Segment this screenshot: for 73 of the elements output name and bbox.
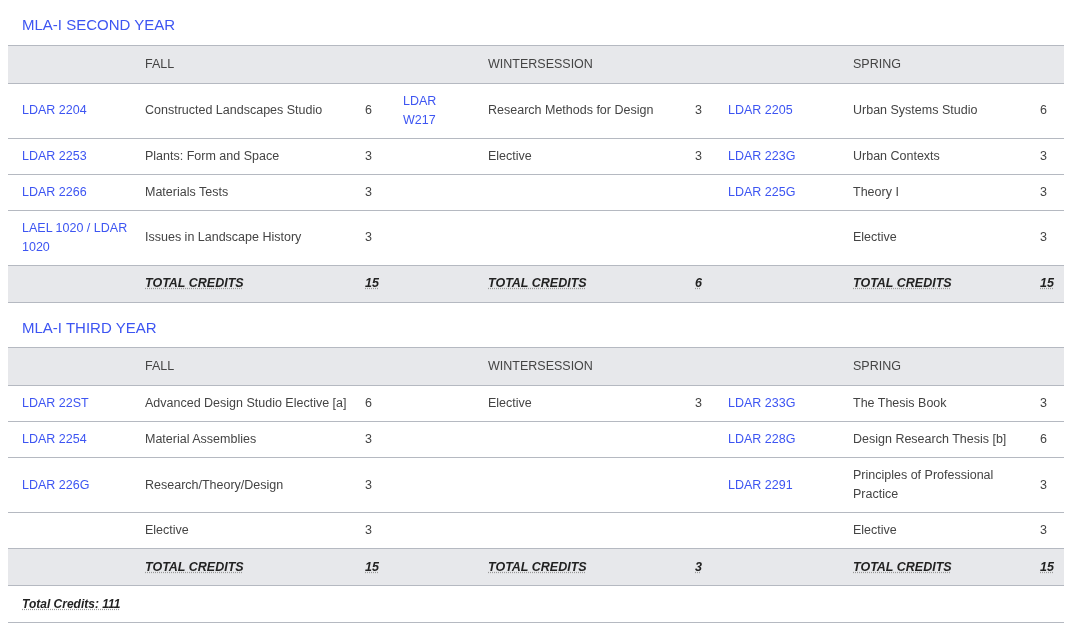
total-label: TOTAL CREDITS bbox=[145, 276, 244, 291]
course-credits: 3 bbox=[365, 523, 372, 537]
course-code-link[interactable]: LDAR 226G bbox=[22, 475, 129, 495]
total-value: 15 bbox=[1040, 559, 1054, 574]
course-title: Research Methods for Design bbox=[488, 103, 654, 117]
section-heading: MLA-I SECOND YEAR bbox=[22, 15, 176, 35]
course-credits: 3 bbox=[365, 477, 372, 492]
course-credits: 6 bbox=[1040, 103, 1047, 117]
course-title: Elective bbox=[145, 523, 189, 537]
course-code-link[interactable]: LDAR 2205 bbox=[728, 101, 837, 120]
course-title: Elective bbox=[488, 396, 532, 410]
course-credits: 3 bbox=[695, 148, 702, 163]
course-credits: 3 bbox=[365, 148, 372, 163]
course-title: Issues in Landscape History bbox=[145, 230, 302, 244]
column-header: FALL bbox=[145, 359, 175, 374]
course-title: Design Research Thesis [b] bbox=[853, 432, 1007, 446]
course-credits: 6 bbox=[365, 396, 372, 410]
course-title: Principles of Professional Practice bbox=[853, 468, 994, 501]
column-header: FALL bbox=[145, 56, 175, 71]
course-code-link[interactable]: LAEL 1020 / LDAR 1020 bbox=[22, 218, 129, 257]
course-title: Elective bbox=[853, 523, 897, 537]
course-title: Urban Systems Studio bbox=[853, 103, 978, 117]
course-code-link[interactable]: LDAR 2254 bbox=[22, 430, 129, 449]
course-credits: 6 bbox=[365, 103, 372, 117]
course-title: Urban Contexts bbox=[853, 148, 940, 163]
course-credits: 3 bbox=[1040, 523, 1047, 537]
course-credits: 3 bbox=[1040, 184, 1047, 199]
course-title: Elective bbox=[488, 148, 532, 163]
section-heading: MLA-I THIRD YEAR bbox=[22, 317, 157, 338]
course-credits: 3 bbox=[1040, 396, 1047, 410]
total-label: TOTAL CREDITS bbox=[853, 276, 952, 291]
course-code-link[interactable]: LDAR 225G bbox=[728, 182, 837, 202]
course-title: Research/Theory/Design bbox=[145, 477, 284, 492]
course-credits: 6 bbox=[1040, 432, 1047, 446]
column-header: WINTERSESSION bbox=[488, 56, 593, 71]
course-code-link[interactable]: LDAR 233G bbox=[728, 394, 837, 413]
total-label: TOTAL CREDITS bbox=[853, 559, 952, 574]
total-value: 15 bbox=[365, 276, 379, 291]
column-header: SPRING bbox=[853, 56, 901, 71]
course-title: Plants: Form and Space bbox=[145, 148, 280, 163]
course-credits: 3 bbox=[365, 432, 372, 446]
course-credits: 3 bbox=[695, 103, 702, 117]
total-label: TOTAL CREDITS bbox=[488, 276, 587, 291]
course-title: Materials Tests bbox=[145, 184, 229, 199]
course-title: Material Assemblies bbox=[145, 432, 257, 446]
course-code-link[interactable]: LDAR 223G bbox=[728, 146, 837, 166]
column-header: SPRING bbox=[853, 359, 901, 374]
course-code-link[interactable]: LDAR 22ST bbox=[22, 394, 129, 413]
grand-total-note: Total Credits: 111 bbox=[22, 596, 121, 613]
total-label: TOTAL CREDITS bbox=[488, 559, 587, 574]
total-value: 15 bbox=[1040, 276, 1054, 291]
course-code-link[interactable]: LDAR 2204 bbox=[22, 101, 129, 120]
total-label: TOTAL CREDITS bbox=[145, 559, 244, 574]
course-title: The Thesis Book bbox=[853, 396, 947, 410]
course-code-link[interactable]: LDAR 2266 bbox=[22, 182, 129, 202]
course-code-link[interactable]: LDAR 2253 bbox=[22, 146, 129, 166]
course-credits: 3 bbox=[365, 184, 372, 199]
total-value: 3 bbox=[695, 559, 702, 574]
course-credits: 3 bbox=[695, 396, 702, 410]
course-credits: 3 bbox=[1040, 477, 1047, 492]
total-value: 6 bbox=[695, 276, 702, 291]
course-title: Elective bbox=[853, 230, 897, 244]
course-credits: 3 bbox=[1040, 230, 1047, 244]
course-title: Advanced Design Studio Elective [a] bbox=[145, 396, 347, 410]
course-code-link[interactable]: LDAR W217 bbox=[403, 91, 472, 130]
course-title: Theory I bbox=[853, 184, 899, 199]
course-title: Constructed Landscapes Studio bbox=[145, 103, 323, 117]
course-code-link[interactable]: LDAR 228G bbox=[728, 430, 837, 449]
course-credits: 3 bbox=[1040, 148, 1047, 163]
course-credits: 3 bbox=[365, 230, 372, 244]
column-header: WINTERSESSION bbox=[488, 359, 593, 374]
course-code-link[interactable]: LDAR 2291 bbox=[728, 475, 837, 495]
total-value: 15 bbox=[365, 559, 379, 574]
